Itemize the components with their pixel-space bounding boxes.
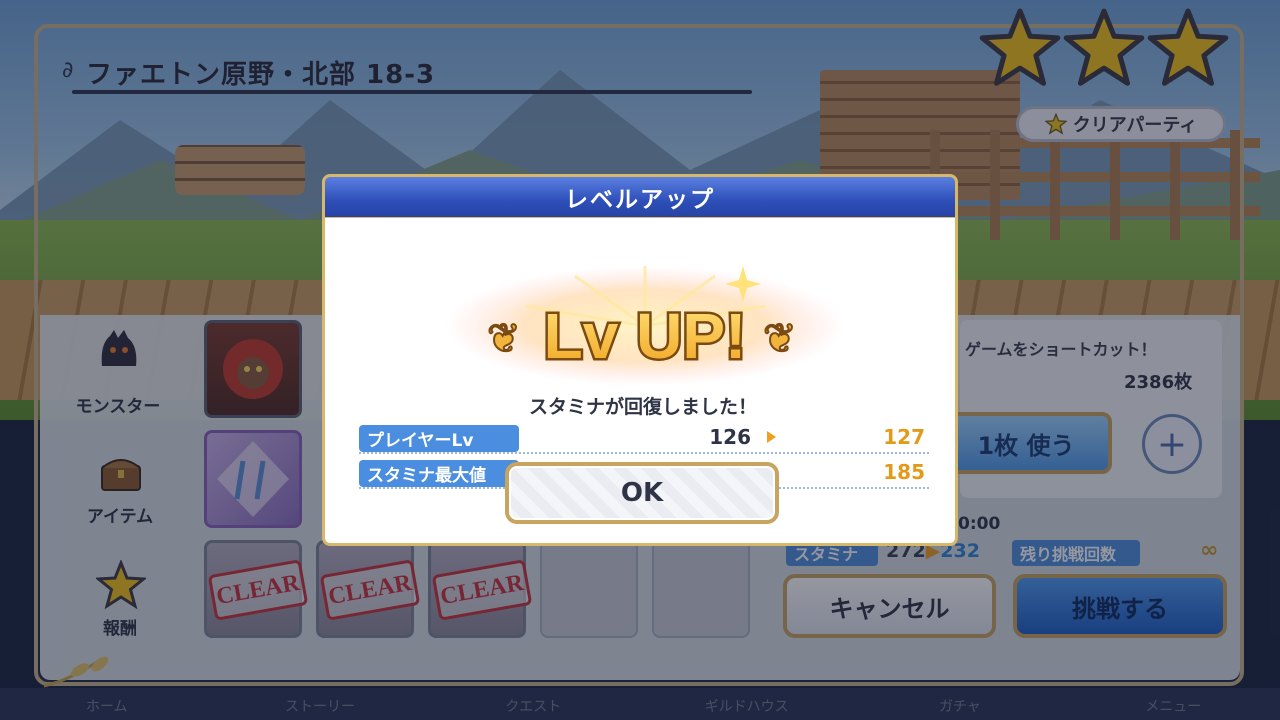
stat-new-value: 185 bbox=[883, 460, 925, 484]
dialog-body: Lv UP! ❦ ❦ スタミナが回復しました！ プレイヤーLv 126 127 … bbox=[322, 218, 958, 546]
dotted-divider bbox=[359, 452, 929, 454]
flourish-right-icon: ❦ bbox=[763, 316, 797, 362]
flourish-left-icon: ❦ bbox=[487, 316, 521, 362]
stat-label: スタミナ最大値 bbox=[359, 460, 519, 487]
stamina-recovered-message: スタミナが回復しました！ bbox=[528, 396, 757, 418]
ok-button[interactable]: OK bbox=[505, 462, 779, 524]
stat-old-value: 126 bbox=[709, 425, 751, 449]
lv-up-text: Lv UP! bbox=[544, 300, 747, 372]
arrow-right-icon bbox=[767, 431, 776, 443]
level-up-dialog: レベルアップ Lv UP! ❦ ❦ スタミナが回復しました！ プレイヤーLv 1… bbox=[322, 174, 958, 546]
stat-row-player-lv: プレイヤーLv 126 127 bbox=[359, 425, 929, 454]
stat-label: プレイヤーLv bbox=[359, 425, 519, 452]
stat-new-value: 127 bbox=[883, 425, 925, 449]
dialog-title: レベルアップ bbox=[322, 174, 958, 220]
